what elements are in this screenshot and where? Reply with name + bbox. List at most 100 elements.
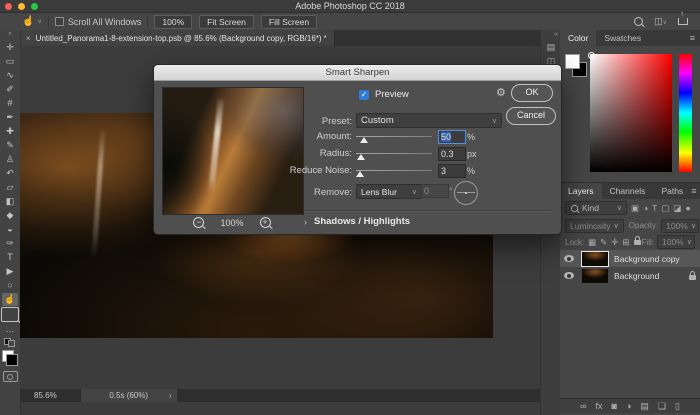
tab-paths[interactable]: Paths (653, 183, 691, 199)
layer-group-icon[interactable]: ▤ (640, 400, 649, 413)
preview-zoom-level[interactable]: 100% (220, 218, 243, 228)
default-colors-icon[interactable] (4, 338, 16, 347)
collapse-panels-icon[interactable]: « (554, 30, 558, 40)
preset-select[interactable]: Custom ∨ (356, 113, 502, 128)
zoom-window-button[interactable] (31, 3, 38, 10)
filter-adjustment-layers-icon[interactable]: ◑ (643, 202, 648, 214)
ok-button[interactable]: OK (511, 84, 553, 102)
quick-selection-tool-icon[interactable]: ✐ (2, 83, 18, 96)
filter-type-layers-icon[interactable]: T (652, 202, 657, 214)
close-tab-icon[interactable]: × (26, 34, 31, 43)
color-swatches[interactable] (565, 54, 587, 78)
cancel-button[interactable]: Cancel (506, 107, 556, 125)
more-tools-icon[interactable]: … (2, 323, 18, 336)
remove-select[interactable]: Lens Blur ∨ (356, 184, 422, 199)
tab-swatches[interactable]: Swatches (596, 30, 649, 46)
panel-menu-icon[interactable]: ≡ (691, 183, 696, 199)
dodge-tool-icon[interactable]: ◒ (2, 223, 18, 236)
fit-screen-button[interactable]: Fit Screen (199, 15, 254, 29)
filter-kind-select[interactable]: Kind ∨ (565, 201, 627, 215)
minimize-window-button[interactable] (18, 3, 25, 10)
angle-dial[interactable] (454, 181, 478, 205)
tab-color[interactable]: Color (560, 30, 596, 46)
radius-field[interactable]: 0.3 (438, 147, 466, 161)
move-tool-icon[interactable]: ✛ (2, 41, 18, 54)
layer-style-icon[interactable]: fx (595, 400, 602, 413)
slider-thumb[interactable] (356, 171, 364, 177)
gear-icon[interactable]: ⚙ (496, 86, 506, 99)
blur-tool-icon[interactable]: ◆ (2, 209, 18, 222)
zoom-in-icon[interactable]: + (260, 217, 271, 228)
chevron-down-icon[interactable]: ∨ (37, 18, 41, 25)
hand-tool-icon[interactable]: ☝ (2, 293, 18, 306)
collapse-tools-icon[interactable]: » (8, 30, 11, 38)
clone-stamp-tool-icon[interactable]: ♙ (2, 153, 18, 166)
pen-tool-icon[interactable]: ✑ (2, 237, 18, 250)
layer-mask-icon[interactable]: ◙ (612, 400, 617, 413)
lock-position-icon[interactable]: ✛ (611, 236, 618, 248)
dialog-title[interactable]: Smart Sharpen (154, 65, 561, 81)
close-window-button[interactable] (5, 3, 12, 10)
filter-pixel-layers-icon[interactable]: ▣ (631, 202, 639, 214)
new-layer-icon[interactable]: ❏ (658, 400, 666, 413)
foreground-background-swatch[interactable] (2, 350, 18, 366)
amount-slider[interactable] (356, 136, 432, 137)
adjustment-layer-icon[interactable]: ◑ (626, 400, 631, 413)
lock-image-icon[interactable]: ✎ (600, 236, 607, 248)
healing-brush-tool-icon[interactable]: ✚ (2, 125, 18, 138)
type-tool-icon[interactable]: T (2, 251, 18, 264)
radius-slider[interactable] (356, 153, 432, 154)
gradient-tool-icon[interactable]: ◧ (2, 195, 18, 208)
document-info-field[interactable]: 0.5s (60%) › (81, 389, 177, 402)
blend-mode-select[interactable]: Luminosity∨ (565, 219, 624, 233)
marquee-tool-icon[interactable]: ▭ (2, 55, 18, 68)
tab-layers[interactable]: Layers (560, 183, 602, 199)
layer-row-background-copy[interactable]: Background copy (560, 250, 700, 267)
lock-transparency-icon[interactable]: ▦ (588, 236, 596, 248)
slider-thumb[interactable] (357, 154, 365, 160)
filter-toggle-icon[interactable]: ● (685, 202, 690, 214)
status-expand-icon[interactable]: › (169, 391, 172, 400)
reduce-noise-field[interactable]: 3 (438, 164, 466, 178)
zoom-level-field[interactable]: 85.6% (34, 391, 57, 400)
history-brush-tool-icon[interactable]: ↶ (2, 167, 18, 180)
amount-field[interactable]: 50 (438, 130, 466, 144)
zoom-tool-icon[interactable] (1, 307, 19, 322)
zoom-100-button[interactable]: 100% (154, 15, 192, 29)
background-color[interactable] (6, 354, 18, 366)
lock-artboard-icon[interactable]: ⊞ (622, 236, 629, 248)
fill-screen-button[interactable]: Fill Screen (261, 15, 317, 29)
saturation-square[interactable] (590, 54, 672, 172)
shape-tool-icon[interactable]: ○ (2, 279, 18, 292)
tab-channels[interactable]: Channels (602, 183, 654, 199)
path-selection-tool-icon[interactable]: ▶ (2, 265, 18, 278)
crop-tool-icon[interactable]: # (2, 97, 18, 110)
scroll-all-windows-checkbox[interactable] (55, 17, 64, 26)
lock-all-icon[interactable] (634, 240, 641, 245)
visibility-eye-icon[interactable] (564, 272, 574, 279)
delete-layer-icon[interactable]: ▯ (675, 400, 680, 413)
lasso-tool-icon[interactable]: ∿ (2, 69, 18, 82)
filter-shape-layers-icon[interactable]: ▢ (661, 202, 669, 214)
brush-tool-icon[interactable]: ✎ (2, 139, 18, 152)
reduce-noise-slider[interactable] (356, 170, 432, 171)
quick-mask-icon[interactable] (3, 371, 18, 382)
preview-checkbox[interactable]: ✓ (359, 90, 369, 100)
visibility-eye-icon[interactable] (564, 255, 574, 262)
opacity-select[interactable]: 100%∨ (661, 219, 699, 233)
eyedropper-tool-icon[interactable]: ✒ (2, 111, 18, 124)
slider-thumb[interactable] (360, 137, 368, 143)
layer-name[interactable]: Background copy (614, 254, 680, 264)
layer-thumbnail[interactable] (582, 252, 608, 266)
hue-slider[interactable] (679, 54, 692, 172)
link-layers-icon[interactable]: ∞ (580, 400, 586, 413)
search-icon[interactable] (634, 17, 643, 26)
layer-thumbnail[interactable] (582, 269, 608, 283)
share-icon[interactable]: ↑ (678, 18, 688, 25)
layer-row-background[interactable]: Background (560, 267, 700, 284)
workspace-switcher-icon[interactable]: ◫∨ (654, 16, 667, 27)
document-tab[interactable]: × Untitled_Panorama1-8-extension-top.psb… (20, 30, 335, 46)
fill-select[interactable]: 100%∨ (657, 235, 695, 249)
shadows-highlights-disclosure[interactable]: › Shadows / Highlights (304, 216, 410, 227)
histogram-panel-icon[interactable]: ▤ (547, 40, 556, 54)
